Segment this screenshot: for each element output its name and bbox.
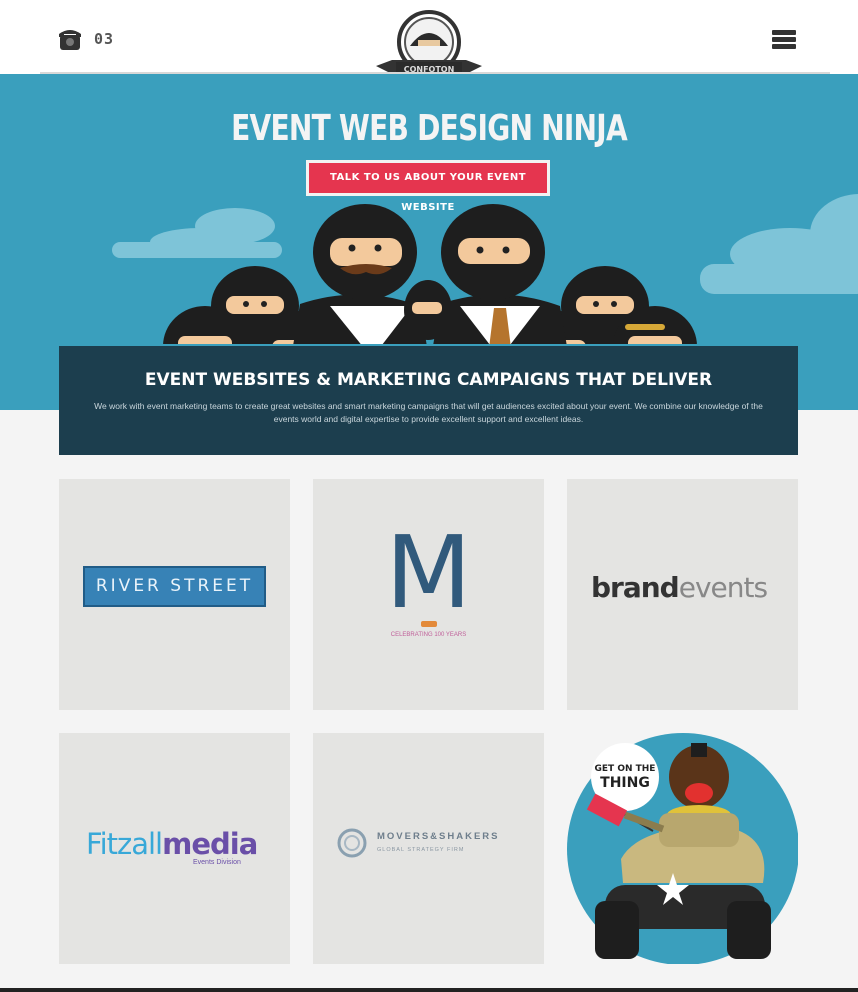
svg-text:GET ON THE: GET ON THE <box>595 764 656 774</box>
svg-text:THING: THING <box>600 775 650 791</box>
hero-title: EVENT WEB DESIGN NINJA <box>231 108 628 149</box>
m-logo-letter: M <box>385 514 472 631</box>
client-tile-river-street[interactable]: RIVER STREET <box>59 479 290 710</box>
fitzall-logo-a: Fitzall <box>86 827 163 861</box>
brand-events-logo: brandevents <box>591 571 768 604</box>
mascot-tank-illustration: GET ON THE THING <box>567 733 798 964</box>
client-tile-brand-events[interactable]: brandevents <box>567 479 798 710</box>
site-header: 03 CONFOTON <box>0 0 858 80</box>
river-street-logo: RIVER STREET <box>83 566 266 607</box>
phone-icon[interactable] <box>58 26 82 52</box>
movers-shakers-subtitle: GLOBAL STRATEGY FIRM <box>377 847 465 853</box>
fitzall-media-logo: Fitzallmedia <box>86 827 258 861</box>
talk-to-us-button[interactable]: TALK TO US ABOUT YOUR EVENT WEBSITE <box>306 160 550 213</box>
page: 03 CONFOTON EVENT WEB DESIGN NINJA TALK … <box>0 0 858 992</box>
cloud-icon-right <box>700 194 858 294</box>
m-logo-mark-icon <box>421 621 437 627</box>
fitzall-logo-subtitle: Events Division <box>193 859 241 866</box>
mascot-tank-tile[interactable]: GET ON THE THING <box>567 733 798 964</box>
fitzall-logo-b: media <box>162 827 258 861</box>
client-tile-movers-shakers[interactable]: MOVERS&SHAKERS GLOBAL STRATEGY FIRM <box>313 733 544 964</box>
brand-events-logo-a: brand <box>591 571 680 604</box>
cloud-icon-left <box>112 208 282 258</box>
brand-events-logo-b: events <box>678 571 768 604</box>
banner-title: EVENT WEBSITES & MARKETING CAMPAIGNS THA… <box>144 370 713 390</box>
intro-banner: EVENT WEBSITES & MARKETING CAMPAIGNS THA… <box>59 346 798 455</box>
globe-icon <box>337 828 367 858</box>
client-tile-m[interactable]: M CELEBRATING 100 YEARS <box>313 479 544 710</box>
bottom-edge <box>0 988 858 992</box>
banner-text: We work with event marketing teams to cr… <box>94 401 763 424</box>
hamburger-menu-icon[interactable] <box>772 30 796 50</box>
phone-number[interactable]: 03 <box>94 30 114 48</box>
ninja-main-pair <box>290 204 570 364</box>
m-logo-subtitle: CELEBRATING 100 YEARS <box>390 632 467 638</box>
client-tile-fitzall-media[interactable]: Fitzallmedia Events Division <box>59 733 290 964</box>
movers-shakers-logo: MOVERS&SHAKERS <box>377 831 500 842</box>
